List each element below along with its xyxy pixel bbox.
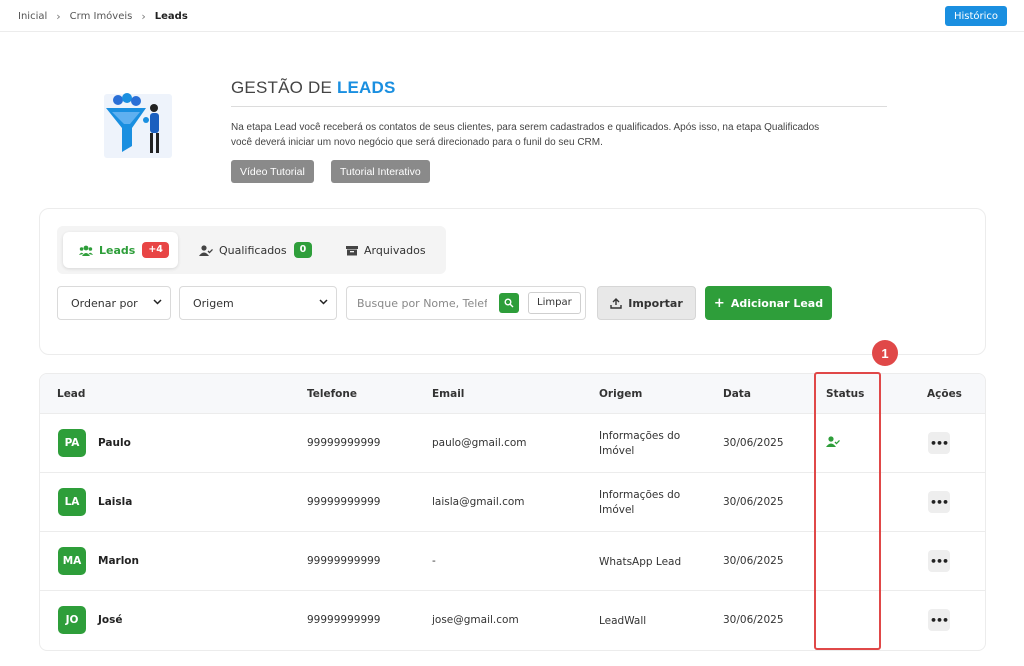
lead-origin-line: LeadWall bbox=[599, 615, 647, 627]
chevron-down-icon bbox=[153, 299, 162, 305]
column-header-lead: Lead bbox=[57, 388, 86, 400]
search-icon bbox=[504, 298, 514, 308]
lead-name: Marlon bbox=[98, 555, 140, 567]
column-header-origem: Origem bbox=[599, 388, 643, 400]
tab-qualificados[interactable]: Qualificados 0 bbox=[199, 232, 313, 268]
video-tutorial-button[interactable]: Vídeo Tutorial bbox=[231, 160, 314, 183]
column-header-acoes: Ações bbox=[927, 388, 962, 400]
column-header-telefone: Telefone bbox=[307, 388, 357, 400]
row-actions-button[interactable]: ••• bbox=[928, 550, 950, 572]
lead-email: - bbox=[432, 555, 436, 567]
tab-arquivados[interactable]: Arquivados bbox=[346, 232, 426, 268]
lead-origin-line: WhatsApp Lead bbox=[599, 556, 682, 568]
add-lead-button[interactable]: + Adicionar Lead bbox=[705, 286, 832, 320]
archive-icon bbox=[346, 245, 358, 256]
lead-origin-line: Informações do bbox=[599, 430, 681, 442]
lead-origin-line: Imóvel bbox=[599, 504, 635, 516]
tab-label: Arquivados bbox=[364, 243, 426, 257]
search-button[interactable] bbox=[499, 293, 519, 313]
page-description: Na etapa Lead você receberá os contatos … bbox=[231, 120, 881, 150]
page-title: GESTÃO DE LEADS bbox=[231, 78, 396, 98]
page-title-highlight: LEADS bbox=[336, 78, 396, 97]
funnel-illustration bbox=[104, 93, 172, 158]
tab-leads[interactable]: Leads +4 bbox=[63, 232, 178, 268]
lead-date: 30/06/2025 bbox=[723, 614, 784, 626]
origin-select-value: Origem bbox=[193, 296, 234, 310]
clear-button[interactable]: Limpar bbox=[528, 292, 581, 314]
import-button-label: Importar bbox=[628, 296, 683, 310]
origin-select[interactable]: Origem bbox=[179, 286, 337, 320]
lead-name: Paulo bbox=[98, 437, 131, 449]
title-divider bbox=[231, 106, 887, 107]
lead-origin-line: Informações do bbox=[599, 489, 681, 501]
lead-date: 30/06/2025 bbox=[723, 496, 784, 508]
lead-origin: Informações do Imóvel bbox=[599, 488, 709, 518]
history-button[interactable]: Histórico bbox=[944, 6, 1007, 26]
avatar: PA bbox=[58, 429, 86, 457]
lead-name: José bbox=[98, 614, 123, 626]
tab-badge: +4 bbox=[142, 242, 169, 258]
row-actions-button[interactable]: ••• bbox=[928, 432, 950, 454]
tab-badge: 0 bbox=[293, 242, 313, 258]
status-column-highlight bbox=[814, 372, 881, 650]
chevron-right-icon: › bbox=[56, 10, 61, 23]
lead-phone: 99999999999 bbox=[307, 496, 381, 508]
column-header-data: Data bbox=[723, 388, 751, 400]
plus-icon: + bbox=[713, 295, 725, 311]
lead-phone: 99999999999 bbox=[307, 437, 381, 449]
search-input[interactable] bbox=[357, 295, 487, 311]
row-actions-button[interactable]: ••• bbox=[928, 609, 950, 631]
top-bar: Inicial › Crm Imóveis › Leads Histórico bbox=[0, 0, 1024, 32]
avatar: MA bbox=[58, 547, 86, 575]
users-icon bbox=[79, 245, 93, 256]
lead-origin: WhatsApp Lead bbox=[599, 555, 709, 570]
lead-origin: LeadWall bbox=[599, 614, 709, 629]
chevron-right-icon: › bbox=[141, 10, 146, 23]
tab-label: Leads bbox=[99, 243, 136, 257]
description-line: você deverá iniciar um novo negócio que … bbox=[231, 137, 603, 148]
lead-email: jose@gmail.com bbox=[432, 614, 519, 626]
chevron-down-icon bbox=[319, 299, 328, 305]
breadcrumb-item-inicial[interactable]: Inicial bbox=[18, 11, 47, 22]
row-actions-button[interactable]: ••• bbox=[928, 491, 950, 513]
tab-bar: Leads +4 Qualificados 0 Arquivados bbox=[57, 226, 446, 274]
breadcrumb-item-current: Leads bbox=[154, 11, 188, 22]
add-lead-button-label: Adicionar Lead bbox=[730, 296, 824, 310]
sort-select[interactable]: Ordenar por bbox=[57, 286, 171, 320]
breadcrumb: Inicial › Crm Imóveis › Leads bbox=[18, 10, 188, 23]
page-title-prefix: GESTÃO DE bbox=[231, 78, 332, 97]
lead-origin-line: Imóvel bbox=[599, 445, 635, 457]
lead-email: paulo@gmail.com bbox=[432, 437, 527, 449]
avatar: LA bbox=[58, 488, 86, 516]
lead-date: 30/06/2025 bbox=[723, 437, 784, 449]
search-box: Limpar bbox=[346, 286, 586, 320]
lead-phone: 99999999999 bbox=[307, 614, 381, 626]
breadcrumb-item-crm[interactable]: Crm Imóveis bbox=[70, 11, 133, 22]
upload-icon bbox=[610, 297, 622, 309]
column-header-email: Email bbox=[432, 388, 465, 400]
lead-email: laisla@gmail.com bbox=[432, 496, 525, 508]
interactive-tutorial-button[interactable]: Tutorial Interativo bbox=[331, 160, 430, 183]
lead-date: 30/06/2025 bbox=[723, 555, 784, 567]
lead-name: Laisla bbox=[98, 496, 133, 508]
import-button[interactable]: Importar bbox=[597, 286, 696, 320]
description-line: Na etapa Lead você receberá os contatos … bbox=[231, 122, 820, 133]
lead-origin: Informações do Imóvel bbox=[599, 429, 709, 459]
tab-label: Qualificados bbox=[219, 243, 287, 257]
sort-select-value: Ordenar por bbox=[71, 296, 138, 310]
user-check-icon bbox=[199, 244, 213, 256]
avatar: JO bbox=[58, 606, 86, 634]
annotation-marker: 1 bbox=[872, 340, 898, 366]
lead-phone: 99999999999 bbox=[307, 555, 381, 567]
